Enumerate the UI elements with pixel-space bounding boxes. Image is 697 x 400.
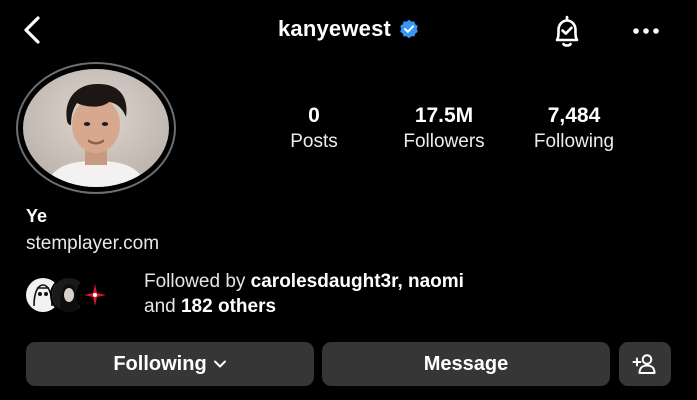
username-title: kanyewest — [277, 16, 392, 41]
add-user-button[interactable] — [619, 342, 671, 386]
profile-avatar[interactable] — [16, 62, 176, 194]
posts-stat[interactable]: 0 Posts — [276, 103, 352, 155]
followers-stat[interactable]: 17.5M Followers — [388, 103, 500, 155]
add-user-icon — [632, 354, 656, 374]
following-stat[interactable]: 7,484 Following — [518, 103, 630, 155]
posts-label: Posts — [290, 131, 338, 152]
header-title-group: kanyewest — [0, 16, 697, 42]
following-count: 7,484 — [547, 104, 601, 127]
profile-screen: kanyewest 0 Posts 17.5M Followers 7,484 … — [0, 0, 697, 400]
followers-label: Followers — [403, 131, 485, 152]
followed-by-and: and — [144, 296, 181, 317]
notifications-button[interactable] — [547, 12, 587, 52]
message-button-label: Message — [423, 352, 509, 375]
profile-header: kanyewest — [0, 0, 697, 62]
message-button[interactable]: Message — [322, 342, 610, 386]
profile-name: Ye — [26, 206, 48, 226]
profile-link[interactable]: stemplayer.com — [26, 233, 159, 255]
followed-by-prefix: Followed by — [144, 271, 251, 292]
verified-badge-icon — [399, 19, 419, 39]
following-button-label: Following — [113, 352, 207, 375]
profile-photo — [23, 69, 169, 187]
followers-count: 17.5M — [414, 104, 474, 127]
following-button[interactable]: Following — [26, 342, 314, 386]
followed-by-text[interactable]: Followed by carolesdaught3r, naomi and 1… — [144, 269, 584, 319]
more-options-icon — [633, 28, 659, 34]
followed-by-others: 182 others — [180, 296, 277, 317]
chevron-down-icon — [213, 360, 226, 368]
posts-count: 0 — [308, 104, 320, 127]
followed-by-users: carolesdaught3r, naomi — [250, 271, 464, 292]
more-options-button[interactable] — [626, 14, 666, 48]
notification-bell-icon — [555, 15, 579, 47]
followed-by-avatars[interactable] — [24, 276, 134, 314]
follower-avatar — [76, 276, 114, 314]
following-label: Following — [533, 131, 615, 152]
